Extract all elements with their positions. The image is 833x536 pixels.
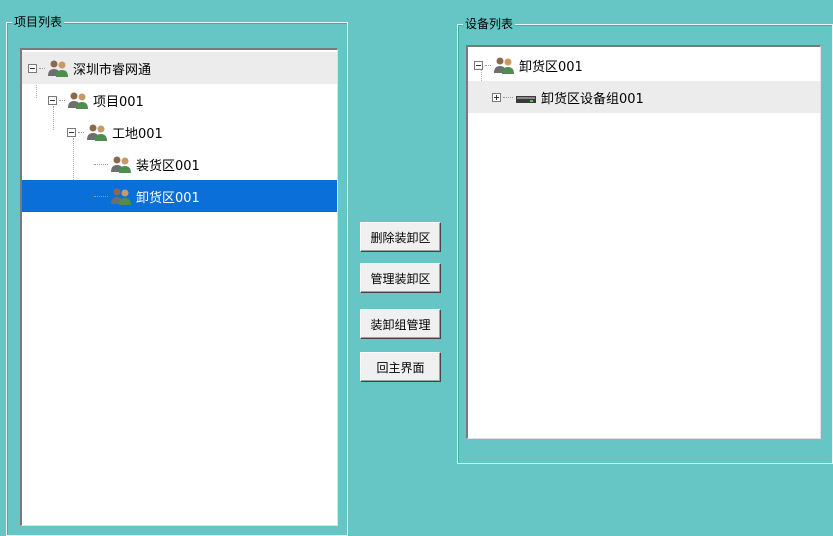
group-people-icon [494,57,514,74]
collapse-icon[interactable] [48,95,57,105]
device-icon [516,96,536,103]
device-list-title: 设备列表 [463,16,516,32]
collapse-icon[interactable] [67,127,76,137]
tree-node-label: 深圳市睿网通 [73,62,152,78]
home-button[interactable]: 回主界面 [360,352,441,382]
tree-node-label: 卸货区001 [136,190,200,206]
group-people-icon [48,60,68,77]
collapse-icon[interactable] [28,63,37,73]
group-people-icon [111,156,131,173]
delete-area-button[interactable]: 删除装卸区 [360,222,441,252]
group-people-icon [87,124,107,141]
tree-node-label: 卸货区001 [519,59,583,75]
device-tree[interactable]: 卸货区001 卸货区设备组001 [466,45,821,439]
device-node-group[interactable]: 卸货区设备组001 [468,81,820,113]
tree-node-label: 工地001 [112,126,163,142]
tree-node-label: 装货区001 [136,158,200,174]
expand-icon[interactable] [492,92,501,102]
collapse-icon[interactable] [474,60,483,70]
manage-group-button[interactable]: 装卸组管理 [360,309,441,339]
tree-node-project[interactable]: 项目001 [22,84,337,116]
project-tree[interactable]: 深圳市睿网通 项目001 工地001 装货区001 卸货区001 [20,48,338,526]
tree-node-loading-area[interactable]: 装货区001 [22,148,337,180]
tree-node-unloading-area[interactable]: 卸货区001 [22,180,337,212]
group-people-icon [68,92,88,109]
device-node-unloading-area[interactable]: 卸货区001 [468,49,820,81]
project-list-title: 项目列表 [12,14,65,30]
tree-node-company[interactable]: 深圳市睿网通 [22,52,337,84]
tree-node-site[interactable]: 工地001 [22,116,337,148]
manage-area-button[interactable]: 管理装卸区 [360,263,441,293]
tree-node-label: 项目001 [93,94,144,110]
group-people-icon [111,188,131,205]
tree-node-label: 卸货区设备组001 [541,91,644,107]
